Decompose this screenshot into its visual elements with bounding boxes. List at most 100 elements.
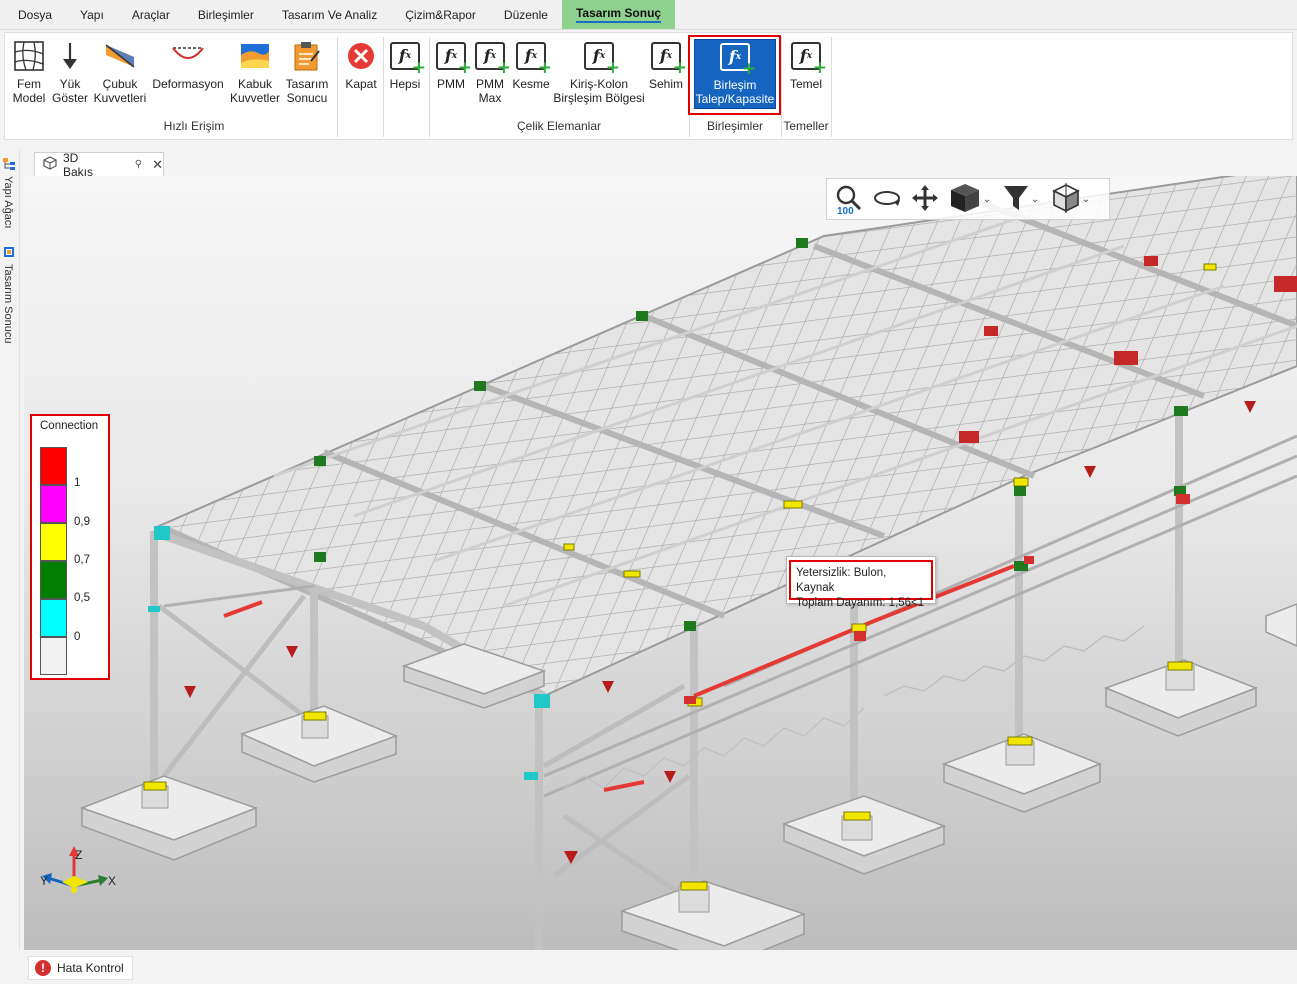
menu-yapi[interactable]: Yapı xyxy=(66,0,118,29)
menu-araclar[interactable]: Araçlar xyxy=(118,0,184,29)
kiris-kolon-button[interactable]: f x + Kiriş-Kolon Birşleşim Bölgesi xyxy=(553,39,645,105)
legend-swatch xyxy=(40,485,67,523)
tasarim-sonucu-button[interactable]: Tasarım Sonucu xyxy=(283,39,331,105)
tooltip-line-1: Yetersizlik: Bulon, Kaynak xyxy=(796,567,887,594)
tooltip-highlight: Yetersizlik: Bulon, Kaynak Toplam Dayanı… xyxy=(789,560,933,609)
yuk-goster-button[interactable]: Yük Göster xyxy=(49,39,91,105)
tasarim-label-1: Tasarım xyxy=(285,77,329,91)
chevron-down-icon: ⌄ xyxy=(1081,193,1091,205)
cubuk-label-2: Kuvvetleri xyxy=(93,91,147,105)
hepsi-button[interactable]: f x + Hepsi xyxy=(385,39,426,91)
pmm-max-label-1: PMM xyxy=(476,77,504,91)
hata-kontrol-button[interactable]: ! Hata Kontrol xyxy=(28,956,133,980)
rotate-button[interactable] xyxy=(871,182,903,216)
result-icon xyxy=(3,246,15,258)
fx-icon: f x + xyxy=(473,39,511,77)
temel-label: Temel xyxy=(789,77,822,91)
hepsi-label: Hepsi xyxy=(389,77,421,91)
sehim-label: Sehim xyxy=(648,77,683,91)
tasarim-label-2: Sonucu xyxy=(286,91,328,105)
highlight-frame xyxy=(688,35,781,115)
fx-icon: f x + xyxy=(582,39,620,77)
tab-3d-bakis[interactable]: 3D Bakış ⚲ ✕ xyxy=(34,151,164,179)
legend-swatch xyxy=(40,523,67,561)
legend-value: 0,9 xyxy=(74,516,90,528)
view-toolbar: 100 ⌄ ⌄ ⌄ xyxy=(826,178,1110,220)
kapat-label: Kapat xyxy=(345,77,377,91)
legend-swatch xyxy=(40,561,67,599)
legend-swatch xyxy=(40,447,67,485)
group-label-birlesimler: Birleşimler xyxy=(706,119,763,133)
separator xyxy=(383,37,384,137)
yuk-label-1: Yük xyxy=(59,77,81,91)
legend-value: 1 xyxy=(74,477,81,489)
group-label-celik: Çelik Elemanlar xyxy=(516,119,602,133)
group-label-hizli-erisim: Hızlı Erişim xyxy=(163,119,225,133)
kesme-button[interactable]: f x + Kesme xyxy=(509,39,553,91)
move-icon xyxy=(910,183,940,216)
axis-y-label: Y xyxy=(40,874,49,888)
close-icon[interactable]: ✕ xyxy=(152,157,163,173)
fx-icon: f x + xyxy=(388,39,426,77)
pmm-max-button[interactable]: f x + PMM Max xyxy=(470,39,511,105)
axis-z-label: Z xyxy=(75,848,83,862)
sehim-button[interactable]: f x + Sehim xyxy=(645,39,687,91)
connection-legend: Connection 1 0,9 0,7 0,5 0 xyxy=(30,414,110,680)
menu-tasarim-sonuc[interactable]: Tasarım Sonuç xyxy=(561,0,676,29)
fx-icon: f x + xyxy=(649,39,687,77)
kesme-label: Kesme xyxy=(512,77,550,91)
kiris-label-2: Birşleşim Bölgesi xyxy=(553,91,645,105)
3d-viewport[interactable]: Z X Y xyxy=(24,176,1297,950)
side-tab-tasarim-sonucu[interactable]: Tasarım Sonucu xyxy=(2,264,14,343)
menu-cizim-rapor[interactable]: Çizim&Rapor xyxy=(391,0,490,29)
menu-tasarim-sonuc-label: Tasarım Sonuç xyxy=(575,6,662,23)
bar-forces-icon xyxy=(103,39,137,73)
cubuk-kuvvetleri-button[interactable]: Çubuk Kuvvetleri xyxy=(91,39,149,105)
fem-model-button[interactable]: Fem Model xyxy=(7,39,51,105)
legend-title: Connection xyxy=(40,420,99,432)
error-icon: ! xyxy=(35,960,51,976)
pin-icon[interactable]: ⚲ xyxy=(135,159,142,170)
menu-birlesimler[interactable]: Birleşimler xyxy=(184,0,268,29)
tooltip-line-2: Toplam Dayanım: 1,56<1 xyxy=(796,597,925,609)
rotate-icon xyxy=(872,187,902,212)
chevron-down-icon: ⌄ xyxy=(982,193,992,205)
pmm-button[interactable]: f x + PMM xyxy=(431,39,472,91)
kapat-button[interactable]: Kapat xyxy=(341,39,381,91)
separator xyxy=(831,37,832,137)
menu-duzenle[interactable]: Düzenle xyxy=(490,0,562,29)
deformation-icon xyxy=(171,39,205,73)
deformasyon-button[interactable]: Deformasyon xyxy=(151,39,225,91)
filter-dropdown[interactable]: ⌄ xyxy=(999,182,1043,216)
pan-button[interactable] xyxy=(909,182,941,216)
structure-render xyxy=(42,176,1297,950)
ribbon: Fem Model Yük Göster Çubuk Kuvvetleri De… xyxy=(4,32,1293,140)
arrow-down-icon xyxy=(53,39,87,73)
kabuk-kuvvetler-button[interactable]: Kabuk Kuvvetler xyxy=(227,39,283,105)
fem-label-1: Fem xyxy=(17,77,41,91)
cubuk-label-1: Çubuk xyxy=(102,77,138,91)
temel-button[interactable]: f x + Temel xyxy=(785,39,827,91)
status-bar: ! Hata Kontrol xyxy=(24,952,1297,984)
menu-tasarim-analiz[interactable]: Tasarım Ve Analiz xyxy=(268,0,391,29)
view-cube-dropdown[interactable]: ⌄ xyxy=(947,182,993,216)
deformasyon-label: Deformasyon xyxy=(152,77,224,91)
connection-tooltip: Yetersizlik: Bulon, Kaynak Toplam Dayanı… xyxy=(786,556,936,609)
fx-icon: f x + xyxy=(789,39,827,77)
pmm-max-label-2: Max xyxy=(478,91,502,105)
zoom-button[interactable]: 100 xyxy=(833,182,865,217)
cube-view-icon xyxy=(43,156,57,173)
legend-value: 0,5 xyxy=(74,592,90,604)
kiris-label-1: Kiriş-Kolon xyxy=(569,77,629,91)
legend-swatch xyxy=(40,637,67,675)
document-tabbar: 3D Bakış ⚲ ✕ xyxy=(24,150,1297,179)
menu-dosya[interactable]: Dosya xyxy=(4,0,66,29)
clipboard-icon xyxy=(290,39,324,73)
cube-icon xyxy=(949,182,981,217)
side-tab-yapi-agaci[interactable]: Yapı Ağacı xyxy=(2,176,14,228)
fx-icon: f x + xyxy=(434,39,472,77)
hata-kontrol-label: Hata Kontrol xyxy=(57,961,124,975)
section-dropdown[interactable]: ⌄ xyxy=(1049,182,1093,216)
tree-icon xyxy=(3,158,15,170)
chevron-down-icon: ⌄ xyxy=(1030,193,1040,205)
